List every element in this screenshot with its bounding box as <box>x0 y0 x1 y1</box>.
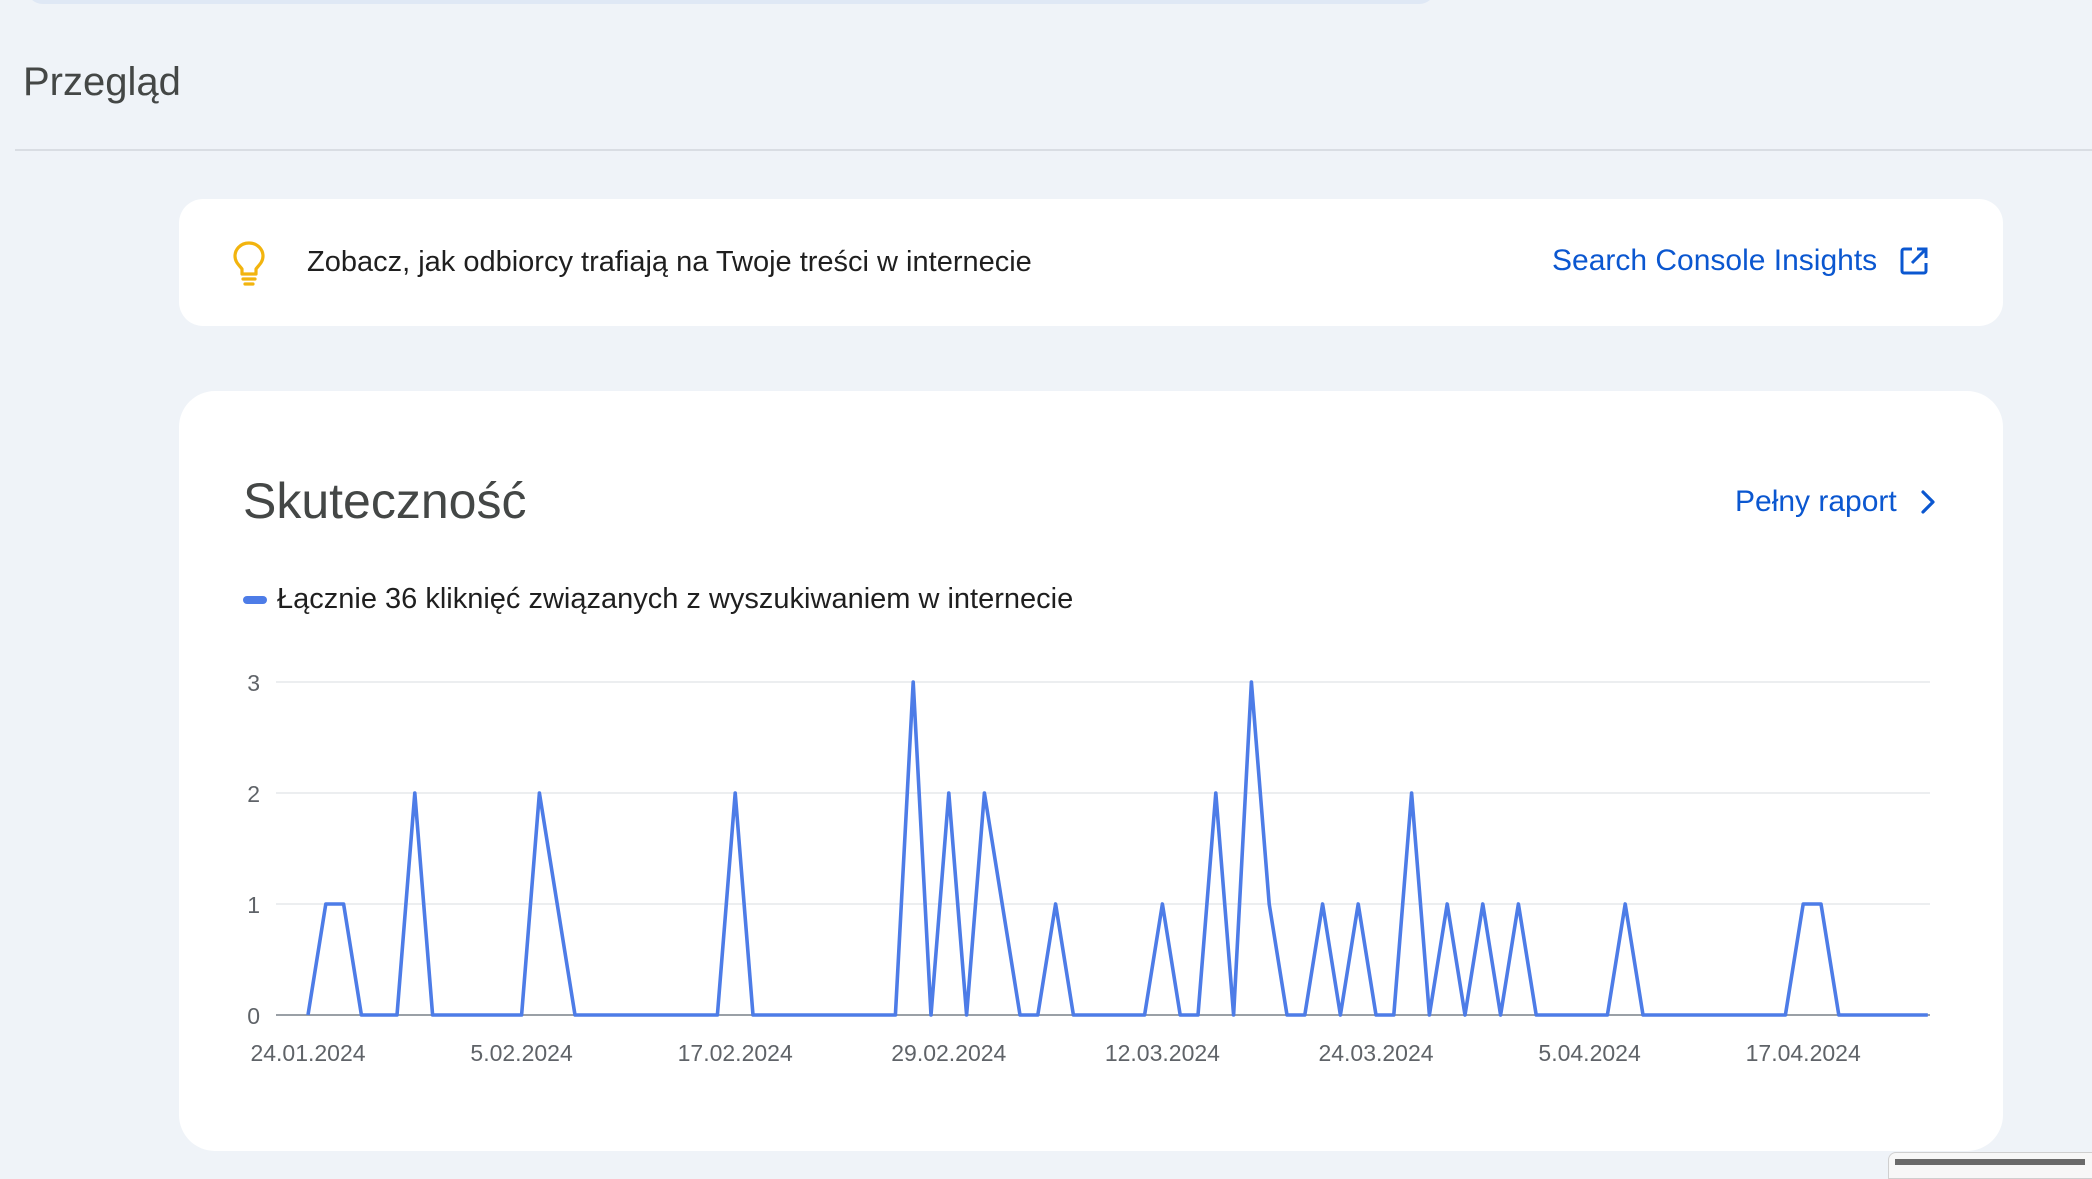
x-tick-label: 5.04.2024 <box>1538 1040 1641 1066</box>
x-tick-label: 17.04.2024 <box>1746 1040 1861 1066</box>
insight-text: Zobacz, jak odbiorcy trafiają na Twoje t… <box>307 246 1032 279</box>
y-tick-label: 1 <box>247 892 260 918</box>
series-line-clicks <box>308 682 1928 1015</box>
x-tick-label: 5.02.2024 <box>470 1040 573 1066</box>
x-tick-label: 17.02.2024 <box>678 1040 793 1066</box>
page-title: Przegląd <box>23 60 181 105</box>
clicks-line-chart: 0 1 2 3 24.01.2024 5.02.2024 17.02.2024 29.02.2… <box>230 650 1950 1070</box>
top-search-pill[interactable] <box>26 0 1436 4</box>
x-tick-label: 24.03.2024 <box>1318 1040 1433 1066</box>
search-console-insights-label: Search Console Insights <box>1552 244 1877 278</box>
x-tick-label: 29.02.2024 <box>891 1040 1006 1066</box>
legend-label: Łącznie 36 kliknięć związanych z wyszuki… <box>277 583 1073 616</box>
full-report-link[interactable]: Pełny raport <box>1735 485 1937 519</box>
x-tick-label: 12.03.2024 <box>1105 1040 1220 1066</box>
y-tick-label: 3 <box>247 670 260 696</box>
legend-swatch <box>243 596 267 604</box>
chart-legend: Łącznie 36 kliknięć związanych z wyszuki… <box>243 583 1073 616</box>
header-divider <box>15 149 2092 151</box>
open-in-new-icon <box>1899 246 1929 276</box>
x-tick-label: 24.01.2024 <box>250 1040 365 1066</box>
y-tick-label: 2 <box>247 781 260 807</box>
full-report-label: Pełny raport <box>1735 485 1897 519</box>
screenshot-thumbnail[interactable] <box>1888 1152 2092 1179</box>
lightbulb-icon <box>232 240 266 286</box>
chevron-right-icon <box>1919 489 1937 515</box>
y-tick-label: 0 <box>247 1003 260 1029</box>
performance-title: Skuteczność <box>243 472 526 530</box>
search-console-insights-link[interactable]: Search Console Insights <box>1552 244 1929 278</box>
